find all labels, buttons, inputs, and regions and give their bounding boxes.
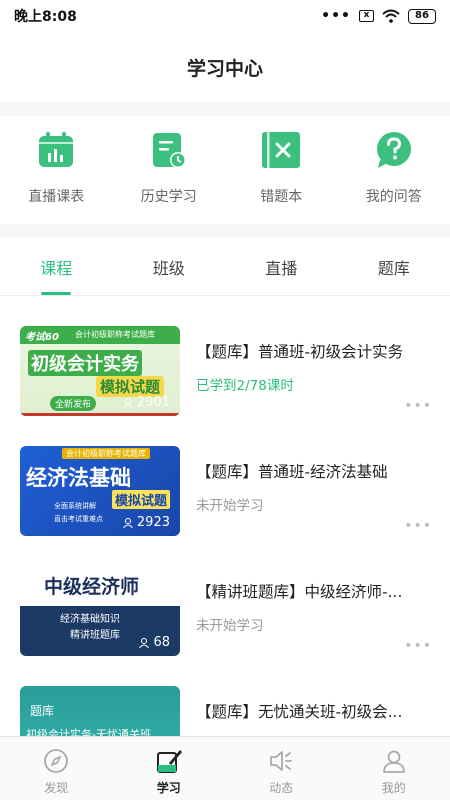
thumb-badge: 全新发布	[50, 396, 97, 411]
course-title: 【题库】无忧通关班-初级会...	[196, 703, 403, 721]
tab-label: 班级	[152, 258, 185, 278]
quick-entry-label: 历史学习	[140, 189, 197, 205]
thumb-subtitle: 模拟试题	[96, 376, 165, 397]
quick-entry-label: 我的问答	[365, 189, 422, 205]
compass-icon	[42, 747, 70, 775]
nav-study[interactable]: 学习	[113, 737, 226, 800]
tab-label: 课程	[40, 258, 73, 278]
course-item[interactable]: 题库 初级会计实务-无忧通关班 【题库】无忧通关班-初级会...	[0, 658, 450, 736]
speaker-icon	[267, 747, 295, 775]
thumb-subtitle: 精讲班题库	[70, 630, 120, 641]
learner-count: 2923	[122, 515, 170, 530]
thumb-badge: 直击考试重难点	[54, 515, 103, 523]
page-title: 学习中心	[186, 57, 263, 80]
thumb-title: 中级经济师	[44, 576, 140, 598]
course-title: 【题库】普通班-经济法基础	[196, 463, 388, 481]
nav-label: 动态	[269, 781, 294, 795]
course-thumbnail: 会计初级职称考试题库 经济法基础 模拟试题 全面系统讲解 直击考试重难点 292…	[20, 446, 180, 536]
brand-logo: 考试60	[25, 332, 59, 343]
thumb-subtitle: 初级会计实务-无忧通关班	[26, 728, 151, 736]
quick-entry-label: 错题本	[260, 189, 303, 205]
study-icon	[155, 747, 183, 775]
course-progress: 未开始学习	[196, 498, 264, 514]
status-time: 晚上8:08	[14, 9, 77, 25]
category-tabs: 课程 班级 直播 题库	[0, 238, 450, 296]
section-divider	[0, 102, 450, 116]
tab-classes[interactable]: 班级	[113, 238, 226, 295]
course-title: 【精讲班题库】中级经济师-...	[196, 583, 403, 601]
tab-label: 题库	[377, 258, 410, 278]
bottom-navigation: 发现 学习 动态 我的	[0, 736, 450, 800]
course-thumbnail: 考试60 会计初级职称考试题库 初级会计实务 模拟试题 全新发布 2901	[20, 326, 180, 416]
more-dots-icon: •••	[321, 8, 351, 24]
tab-live[interactable]: 直播	[225, 238, 338, 295]
nav-label: 学习	[156, 781, 181, 795]
people-icon	[123, 397, 133, 408]
tab-courses[interactable]: 课程	[0, 238, 113, 295]
thumb-title: 初级会计实务	[28, 350, 142, 376]
course-item[interactable]: 会计初级职称考试题库 经济法基础 模拟试题 全面系统讲解 直击考试重难点 292…	[0, 418, 450, 538]
thumb-header: 会计初级职称考试题库	[75, 330, 155, 339]
more-options-button[interactable]: •••	[404, 638, 432, 654]
nav-updates[interactable]: 动态	[225, 737, 338, 800]
tab-question-bank[interactable]: 题库	[338, 238, 450, 295]
tab-label: 直播	[265, 258, 298, 278]
battery-icon: 86	[408, 8, 436, 24]
learner-count-value: 2901	[136, 395, 170, 410]
nav-label: 发现	[44, 781, 69, 795]
course-title: 【题库】普通班-初级会计实务	[196, 343, 404, 361]
calendar-chart-icon	[34, 128, 78, 172]
thumb-badge: 全面系统讲解	[54, 502, 96, 510]
quick-entry-history[interactable]: 历史学习	[113, 116, 226, 226]
course-item[interactable]: 考试60 会计初级职称考试题库 初级会计实务 模拟试题 全新发布 2901 【题…	[0, 298, 450, 418]
wrong-book-icon	[259, 128, 303, 172]
active-tab-indicator	[41, 292, 72, 295]
quick-entry-my-qa[interactable]: 我的问答	[338, 116, 450, 226]
nav-profile[interactable]: 我的	[338, 737, 450, 800]
thumb-subtitle: 经济基础知识	[60, 614, 120, 625]
people-icon	[139, 637, 150, 648]
learner-count: 68	[138, 635, 170, 650]
page-header: 学习中心	[0, 32, 450, 102]
status-bar: 晚上8:08 ••• x 86	[0, 0, 450, 32]
thumb-subtitle: 模拟试题	[112, 490, 171, 509]
history-doc-icon	[147, 128, 191, 172]
learner-count: 2901	[122, 395, 170, 410]
thumb-title: 题库	[30, 704, 55, 718]
quick-entry-label: 直播课表	[28, 189, 85, 205]
course-list[interactable]: 考试60 会计初级职称考试题库 初级会计实务 模拟试题 全新发布 2901 【题…	[0, 298, 450, 736]
quick-entry-row: 直播课表 历史学习 错题本 我的问答	[0, 116, 450, 226]
learner-count-value: 2923	[136, 515, 170, 530]
more-options-button[interactable]: •••	[404, 518, 432, 534]
wifi-icon	[382, 9, 400, 23]
course-progress: 已学到2/78课时	[196, 378, 294, 394]
person-icon	[380, 747, 408, 775]
course-item[interactable]: 中级经济师 经济基础知识 精讲班题库 68 【精讲班题库】中级经济师-... 未…	[0, 538, 450, 658]
course-thumbnail: 题库 初级会计实务-无忧通关班	[20, 686, 180, 736]
people-icon	[123, 517, 133, 528]
nav-label: 我的	[381, 781, 406, 795]
more-options-button[interactable]: •••	[404, 398, 432, 414]
course-thumbnail: 中级经济师 经济基础知识 精讲班题库 68	[20, 566, 180, 656]
sim-icon: x	[359, 10, 374, 22]
quick-entry-wrong-book[interactable]: 错题本	[225, 116, 338, 226]
nav-discover[interactable]: 发现	[0, 737, 113, 800]
thumb-title: 经济法基础	[26, 466, 131, 490]
course-progress: 未开始学习	[196, 618, 264, 634]
learner-count-value: 68	[153, 635, 170, 650]
quick-entry-live-schedule[interactable]: 直播课表	[0, 116, 113, 226]
thumb-header: 会计初级职称考试题库	[62, 448, 150, 459]
section-divider	[0, 224, 450, 238]
question-bubble-icon	[372, 128, 416, 172]
status-icons: ••• x 86	[321, 8, 436, 24]
